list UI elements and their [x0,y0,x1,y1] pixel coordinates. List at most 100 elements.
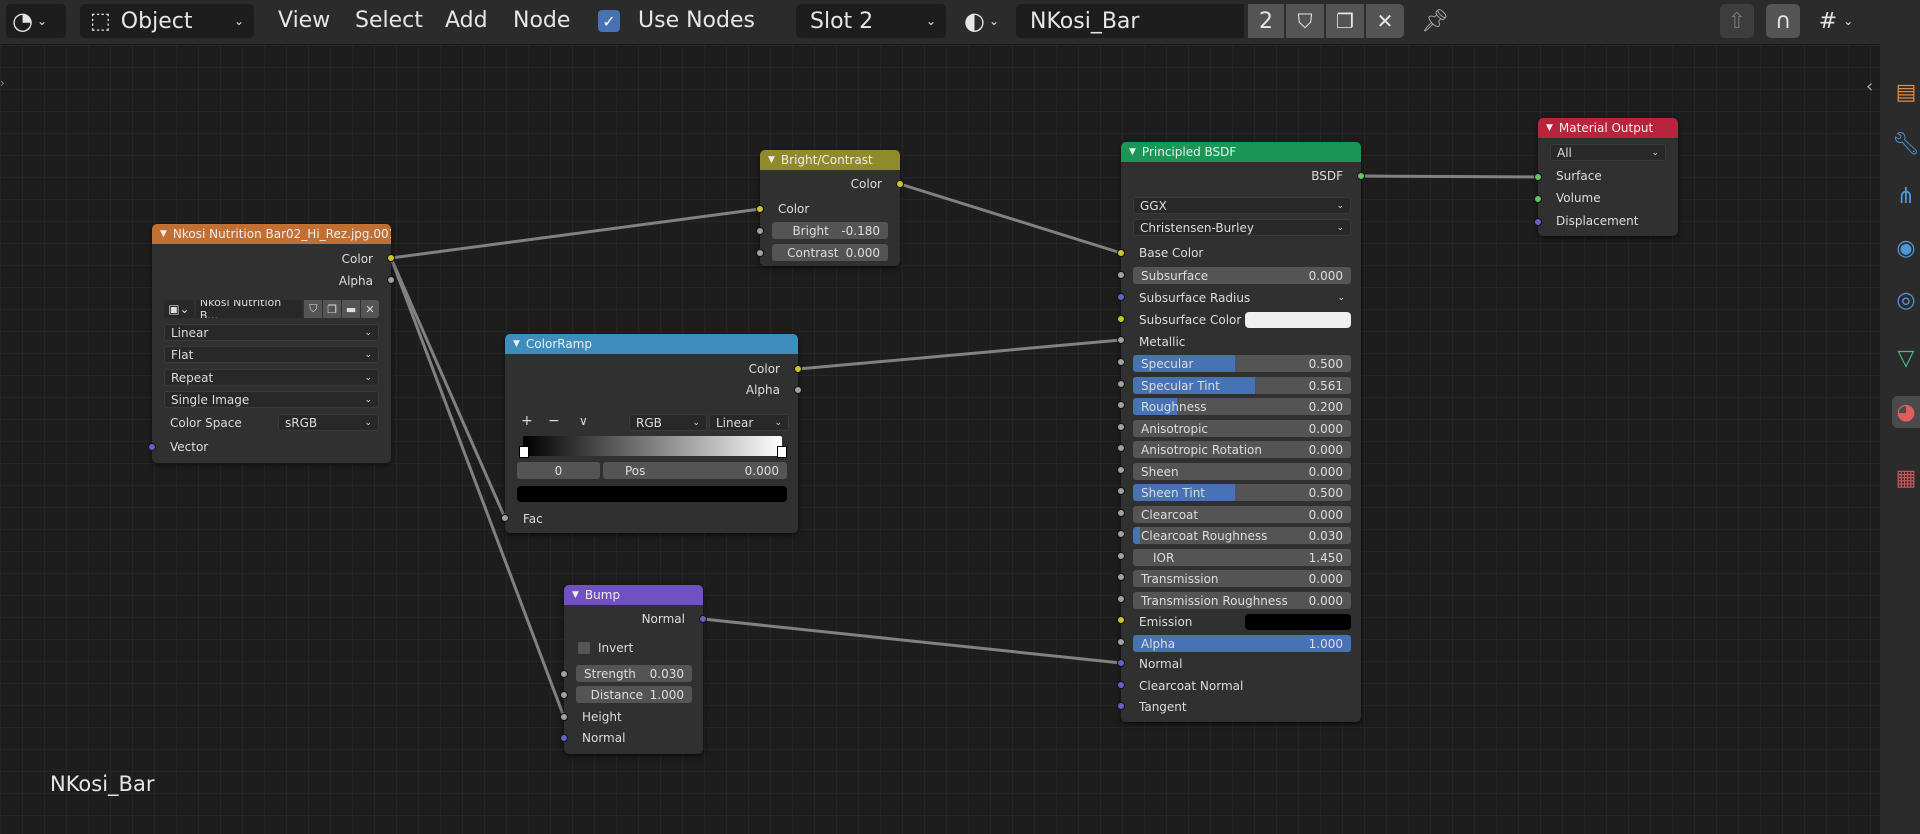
socket-output-displacement-in[interactable] [1534,218,1542,226]
duplicate-icon[interactable]: ❐ [323,300,342,318]
source-dropdown[interactable]: Single Image ⌄ [164,391,379,408]
snap-mode-dropdown[interactable]: # ⌄ [1806,4,1866,38]
bright-field[interactable]: Bright -0.180 [772,222,888,239]
anisotropic-field[interactable]: Anisotropic 0.000 [1133,420,1351,437]
collapse-icon[interactable]: ▼ [513,339,520,349]
socket-bsdf-base-color-in[interactable] [1117,249,1125,257]
tool-tab[interactable]: ▤ [1892,76,1920,108]
target-dropdown[interactable]: All ⌄ [1550,144,1666,161]
socket-bump-distance-in[interactable] [560,691,568,699]
bump-node[interactable]: ▼ Bump Normal Invert Strength 0.030 Dista… [564,585,703,754]
socket-output-volume-in[interactable] [1534,195,1542,203]
socket-image-vector-in[interactable] [148,443,156,451]
socket-bump-strength-in[interactable] [560,670,568,678]
socket-bright-color-in[interactable] [756,205,764,213]
collapse-icon[interactable]: ▼ [160,229,167,239]
strength-field[interactable]: Strength 0.030 [576,665,692,682]
socket-bump-height-in[interactable] [560,713,568,721]
invert-checkbox[interactable] [578,642,590,654]
socket-bsdf-anisotropic-in[interactable] [1117,423,1125,431]
clearcoat-roughness-field[interactable]: Clearcoat Roughness 0.030 [1133,527,1351,544]
socket-bsdf-sheen-tint-in[interactable] [1117,487,1125,495]
socket-bsdf-anisotropic-rotation-in[interactable] [1117,444,1125,452]
collapse-icon[interactable]: ▼ [1546,123,1553,133]
close-icon[interactable]: ✕ [361,300,379,318]
collapse-icon[interactable]: ▼ [572,590,579,600]
socket-bsdf-tangent-in[interactable] [1117,702,1125,710]
stop-index-field[interactable]: 0 [517,462,600,479]
wrench-tab[interactable]: 🔧︎ [1892,128,1920,160]
add-stop-button[interactable]: + [521,413,533,429]
subsurface-color-swatch[interactable] [1245,312,1351,328]
socket-bsdf-roughness-in[interactable] [1117,401,1125,409]
socket-bsdf-subsurface-color-in[interactable] [1117,315,1125,323]
socket-bsdf-sheen-in[interactable] [1117,466,1125,474]
material-tab[interactable]: ◕ [1892,396,1920,428]
ior-field[interactable]: IOR 1.450 [1133,549,1351,566]
socket-bsdf-clearcoat-in[interactable] [1117,509,1125,517]
physics-tab[interactable]: ◉ [1892,232,1920,264]
image-browse-icon[interactable]: ▣⌄ [164,300,194,318]
socket-bsdf-alpha-in[interactable] [1117,638,1125,646]
gradient-bar[interactable] [523,436,782,456]
socket-bsdf-normal-in[interactable] [1117,659,1125,667]
sheen-tint-field[interactable]: Sheen Tint 0.500 [1133,484,1351,501]
socket-bsdf-emission-in[interactable] [1117,616,1125,624]
material-output-node[interactable]: ▼ Material Output All ⌄ Surface Volume Di… [1538,118,1678,236]
toolbar-expand-arrow[interactable]: › [0,76,5,90]
subsurface-field[interactable]: Subsurface 0.000 [1133,267,1351,284]
color-mode-dropdown[interactable]: RGB ⌄ [629,414,707,431]
socket-bsdf-transmission-roughness-in[interactable] [1117,595,1125,603]
contrast-field[interactable]: Contrast 0.000 [772,244,888,261]
distribution-dropdown[interactable]: GGX ⌄ [1133,197,1351,214]
image-selector[interactable]: ▣⌄ Nkosi Nutrition B... ⛉ ❐ ▬ ✕ [164,300,379,318]
menu-select[interactable]: Select [355,8,423,33]
subsurface-method-dropdown[interactable]: Christensen-Burley ⌄ [1133,219,1351,236]
specular-field[interactable]: Specular 0.500 [1133,355,1351,372]
snap-toggle-button[interactable]: ∩ [1766,4,1800,38]
transmission-field[interactable]: Transmission 0.000 [1133,570,1351,587]
subsurface-radius-dropdown[interactable]: Subsurface Radius ⌄ [1133,289,1351,306]
parent-tree-button[interactable]: ⇧ [1720,4,1754,38]
socket-bsdf-metallic-in[interactable] [1117,336,1125,344]
node-header[interactable]: ▼ Material Output [1538,118,1678,138]
image-name-field[interactable]: Nkosi Nutrition B... [195,300,303,318]
socket-bsdf-clearcoat-normal-in[interactable] [1117,681,1125,689]
texture-tab[interactable]: ▦ [1892,462,1920,494]
socket-bump-normal-in[interactable] [560,734,568,742]
fake-user-button[interactable]: ⛉ [1286,4,1324,38]
distance-field[interactable]: Distance 1.000 [576,686,692,703]
ramp-menu-button[interactable]: ∨ [579,414,588,428]
sidebar-expand-arrow[interactable]: ‹ [1866,76,1873,97]
socket-image-color-out[interactable] [387,254,395,262]
material-browse-button[interactable]: ◐ ⌄ [958,4,1014,38]
menu-add[interactable]: Add [445,8,488,33]
color-space-dropdown[interactable]: sRGB ⌄ [278,414,379,431]
socket-bsdf-out[interactable] [1357,172,1365,180]
socket-bright-color-out[interactable] [896,180,904,188]
bright-contrast-node[interactable]: ▼ Bright/Contrast Color Color Bright -0.1… [760,150,900,266]
socket-ramp-alpha-out[interactable] [794,386,802,394]
socket-bsdf-ior-in[interactable] [1117,552,1125,560]
unlink-material-button[interactable]: ✕ [1366,4,1404,38]
node-header[interactable]: ▼ Bump [564,585,703,605]
extension-dropdown[interactable]: Repeat ⌄ [164,369,379,386]
editor-type-button[interactable]: ◔ ⌄ [6,4,66,38]
emission-color-swatch[interactable] [1245,614,1351,630]
pin-button[interactable]: 📌︎ [1418,4,1452,38]
collapse-icon[interactable]: ▼ [1129,147,1136,157]
socket-ramp-fac-in[interactable] [501,514,509,522]
alpha-field[interactable]: Alpha 1.000 [1133,635,1351,652]
menu-view[interactable]: View [278,8,330,33]
node-header[interactable]: ▼ Nkosi Nutrition Bar02_Hi_Rez.jpg.001 [152,224,391,244]
stop-handle-left[interactable] [519,446,529,458]
projection-dropdown[interactable]: Flat ⌄ [164,346,379,363]
material-name-field[interactable]: NKosi_Bar [1016,4,1244,38]
roughness-field[interactable]: Roughness 0.200 [1133,398,1351,415]
color-ramp-node[interactable]: ▼ ColorRamp Color Alpha + − ∨ RGB ⌄ Linea… [505,334,798,533]
fake-user-icon[interactable]: ⛉ [304,300,323,318]
interpolation-dropdown[interactable]: Linear ⌄ [164,324,379,341]
constraints-tab[interactable]: ◎ [1892,284,1920,316]
socket-bsdf-specular-in[interactable] [1117,358,1125,366]
collapse-icon[interactable]: ▼ [768,155,775,165]
